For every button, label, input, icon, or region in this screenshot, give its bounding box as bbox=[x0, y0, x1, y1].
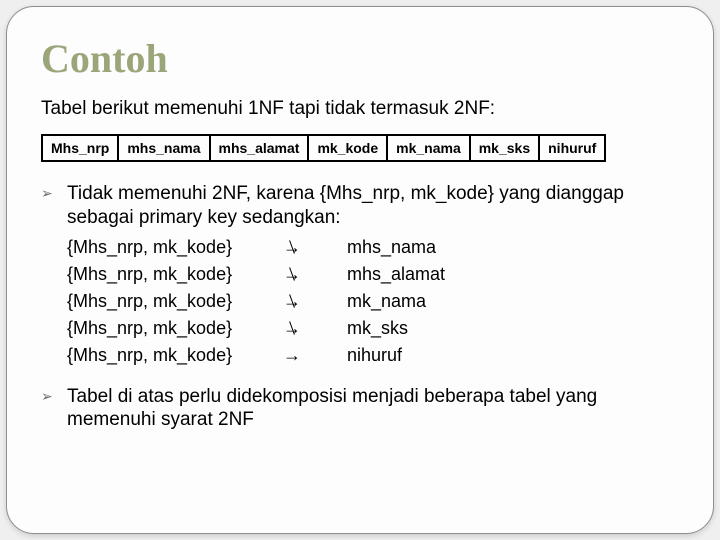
table-header-row: Mhs_nrp mhs_nama mhs_alamat mk_kode mk_n… bbox=[42, 135, 605, 161]
dep-rhs: mk_sks bbox=[317, 315, 408, 342]
bullet-text-1: Tidak memenuhi 2NF, karena {Mhs_nrp, mk_… bbox=[67, 182, 679, 230]
col-header: mhs_nama bbox=[118, 135, 209, 161]
col-header: mk_sks bbox=[470, 135, 539, 161]
not-arrow-icon: → bbox=[267, 234, 317, 261]
bullet-text-2: Tabel di atas perlu didekomposisi menjad… bbox=[67, 385, 679, 433]
slide: Contoh Tabel berikut memenuhi 1NF tapi t… bbox=[6, 6, 714, 534]
bullet-icon: ➢ bbox=[41, 182, 67, 202]
arrow-icon: → bbox=[267, 342, 317, 369]
col-header: Mhs_nrp bbox=[42, 135, 118, 161]
dependency-row: {Mhs_nrp, mk_kode} → mhs_nama bbox=[67, 234, 679, 261]
dep-rhs: nihuruf bbox=[317, 342, 402, 369]
dep-lhs: {Mhs_nrp, mk_kode} bbox=[67, 261, 267, 288]
dependency-row: {Mhs_nrp, mk_kode} → mhs_alamat bbox=[67, 261, 679, 288]
col-header: mk_kode bbox=[308, 135, 387, 161]
col-header: nihuruf bbox=[539, 135, 605, 161]
col-header: mk_nama bbox=[387, 135, 470, 161]
dep-rhs: mk_nama bbox=[317, 288, 426, 315]
not-arrow-icon: → bbox=[267, 261, 317, 288]
bullet-icon: ➢ bbox=[41, 385, 67, 405]
dep-rhs: mhs_nama bbox=[317, 234, 436, 261]
dependency-row: {Mhs_nrp, mk_kode} → nihuruf bbox=[67, 342, 679, 369]
dependency-list: {Mhs_nrp, mk_kode} → mhs_nama {Mhs_nrp, … bbox=[67, 234, 679, 369]
dep-lhs: {Mhs_nrp, mk_kode} bbox=[67, 288, 267, 315]
schema-table: Mhs_nrp mhs_nama mhs_alamat mk_kode mk_n… bbox=[41, 134, 606, 162]
dep-lhs: {Mhs_nrp, mk_kode} bbox=[67, 234, 267, 261]
col-header: mhs_alamat bbox=[210, 135, 309, 161]
dependency-row: {Mhs_nrp, mk_kode} → mk_sks bbox=[67, 315, 679, 342]
bullet-item-1: ➢ Tidak memenuhi 2NF, karena {Mhs_nrp, m… bbox=[41, 182, 679, 230]
not-arrow-icon: → bbox=[267, 315, 317, 342]
intro-text: Tabel berikut memenuhi 1NF tapi tidak te… bbox=[41, 98, 679, 120]
slide-title: Contoh bbox=[41, 35, 679, 82]
not-arrow-icon: → bbox=[267, 288, 317, 315]
dependency-row: {Mhs_nrp, mk_kode} → mk_nama bbox=[67, 288, 679, 315]
dep-lhs: {Mhs_nrp, mk_kode} bbox=[67, 315, 267, 342]
bullet-item-2: ➢ Tabel di atas perlu didekomposisi menj… bbox=[41, 385, 679, 433]
dep-rhs: mhs_alamat bbox=[317, 261, 445, 288]
dep-lhs: {Mhs_nrp, mk_kode} bbox=[67, 342, 267, 369]
